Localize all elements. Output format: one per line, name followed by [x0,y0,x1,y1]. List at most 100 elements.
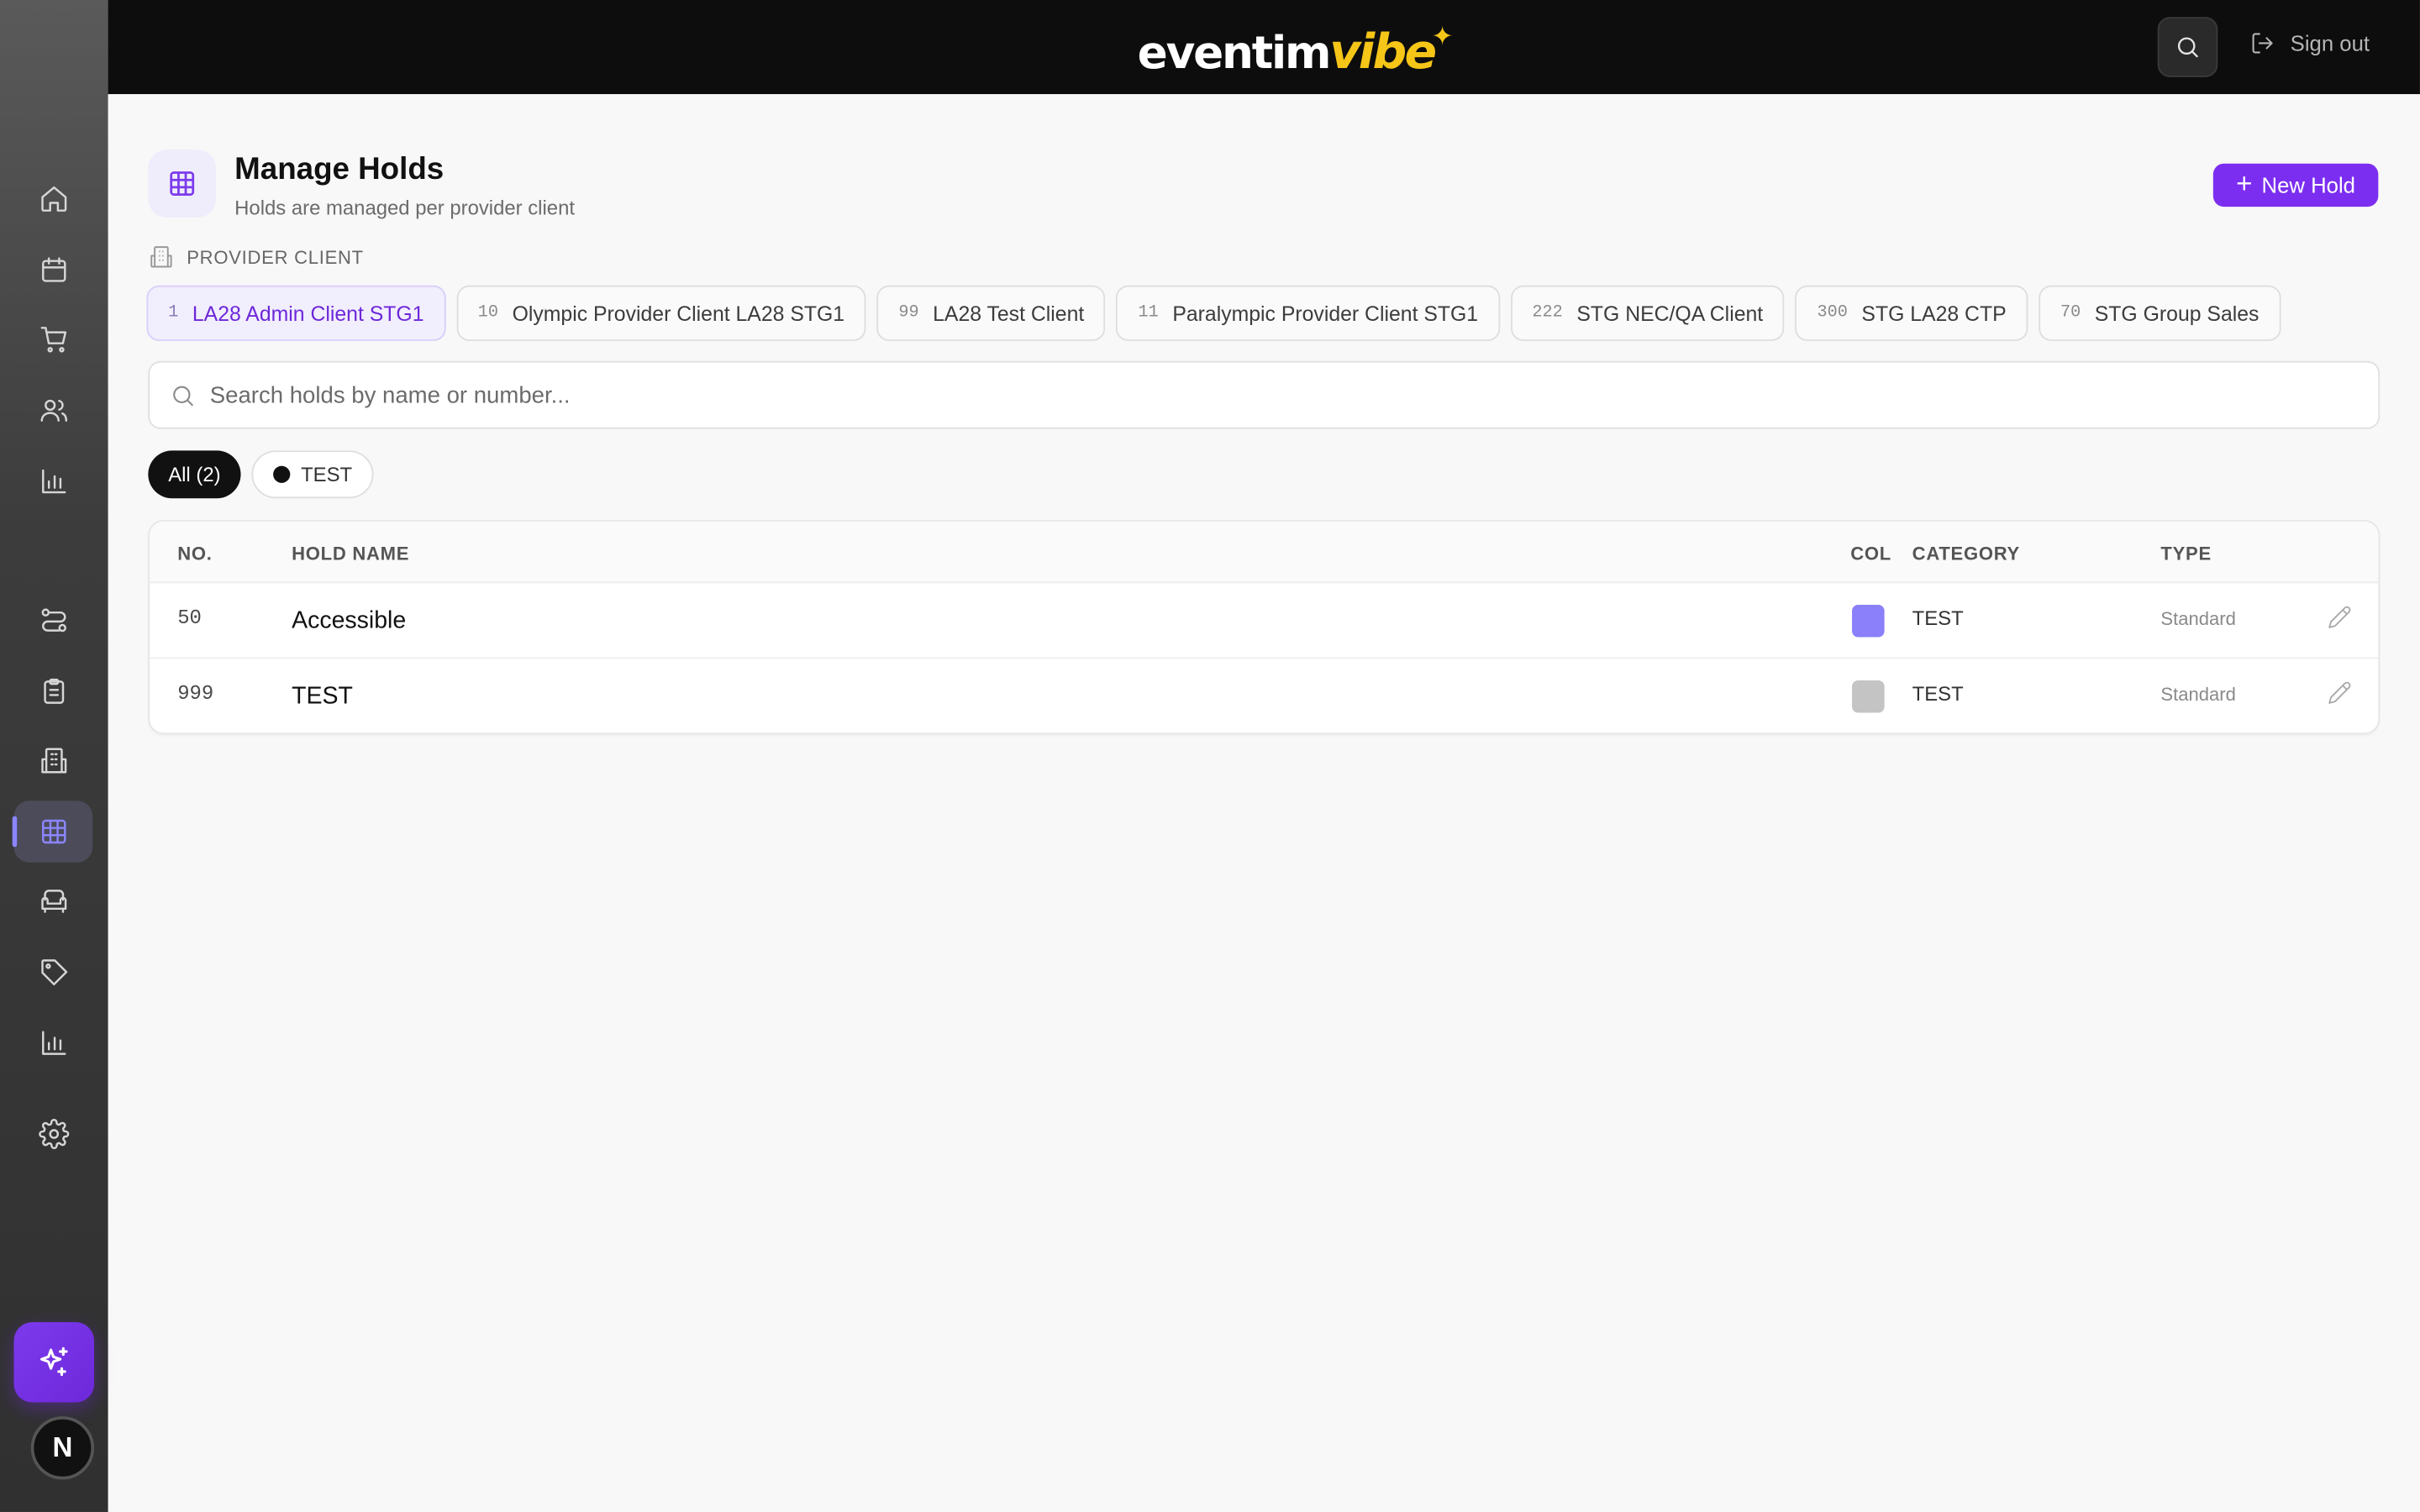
nav-reports[interactable] [14,450,93,512]
provider-chip-label: Olympic Provider Client LA28 STG1 [512,302,845,325]
provider-chip[interactable]: 1 LA28 Admin Client STG1 [146,285,446,341]
sparkles-icon [40,1347,68,1377]
hold-number: 999 [177,681,214,706]
filter-test-label: TEST [301,463,353,486]
page-title: Manage Holds [234,152,445,187]
nav-customers[interactable] [14,380,93,441]
plus-icon: + [2236,168,2253,199]
nav-settings[interactable] [14,1103,93,1164]
column-header-category[interactable]: CATEGORY [1912,543,2020,565]
provider-chip[interactable]: 300 STG LA28 CTP [1795,285,2028,341]
column-header-color[interactable]: COL [1850,543,1891,565]
nav-routes[interactable] [14,590,93,651]
route-icon [40,608,66,633]
provider-chip[interactable]: 70 STG Group Sales [2039,285,2281,341]
logo-accent-text: vibe [1329,24,1437,81]
pencil-icon [2328,606,2351,628]
new-hold-button[interactable]: + New Hold [2212,163,2379,207]
cart-icon [39,327,66,353]
edit-button[interactable] [2328,680,2355,708]
provider-chip-label: Paralympic Provider Client STG1 [1172,302,1479,325]
provider-chip-number: 1 [168,303,179,323]
pencil-icon [2328,681,2351,704]
edit-button[interactable] [2328,605,2355,633]
grid-icon [41,819,66,844]
calendar-icon [41,257,66,282]
users-icon [39,399,67,423]
hold-number: 50 [177,606,202,630]
new-hold-label: New Hold [2261,172,2356,198]
nav-venues[interactable] [14,730,93,791]
search-icon [2177,37,2198,58]
table-row[interactable]: 50 Accessible TEST Standard [150,583,2379,659]
sidebar: N [0,0,108,1512]
page-subtitle: Holds are managed per provider client [234,196,575,219]
provider-chip-label: LA28 Test Client [933,302,1085,325]
gear-icon [38,1118,69,1149]
table-header: NO. HOLD NAME COL CATEGORY TYPE [150,521,2379,584]
provider-chip[interactable]: 99 LA28 Test Client [876,285,1106,341]
building-icon [150,246,172,268]
provider-client-label-text: PROVIDER CLIENT [187,245,364,268]
global-search-button[interactable] [2157,17,2218,77]
hold-search-input[interactable] [209,362,2340,428]
page-icon [148,150,217,218]
provider-chip-number: 300 [1817,303,1848,323]
logo-star-icon: ✦ [1431,21,1454,51]
filter-test[interactable]: TEST [251,450,374,499]
hold-category: TEST [1912,606,1964,630]
hold-name: TEST [292,683,353,710]
ai-assistant-button[interactable] [13,1322,95,1403]
bar-chart-icon [41,469,66,494]
provider-chip[interactable]: 10 Olympic Provider Client LA28 STG1 [456,285,866,341]
app-logo[interactable]: eventim vibe ✦ [1137,18,1457,81]
tag-icon [40,959,67,986]
nav-analytics[interactable] [14,1012,93,1074]
home-icon [40,186,66,212]
nav-orders[interactable] [14,308,93,370]
holds-table: NO. HOLD NAME COL CATEGORY TYPE 50 Acces… [148,519,2381,735]
provider-chip-number: 70 [2060,303,2081,323]
provider-chip[interactable]: 11 Paralympic Provider Client STG1 [1116,285,1500,341]
hold-name: Accessible [292,607,407,634]
sign-out-label: Sign out [2290,30,2370,56]
provider-chip-number: 10 [477,303,499,323]
nav-holds[interactable] [12,801,93,863]
provider-chip-label: STG LA28 CTP [1861,302,2007,325]
filter-all-label: All (2) [168,463,221,486]
column-header-type[interactable]: TYPE [2160,543,2212,565]
top-bar: eventim vibe ✦ Sign out [108,0,2420,95]
search-icon [173,386,193,407]
nav-pricing[interactable] [14,941,93,1002]
column-header-name[interactable]: HOLD NAME [292,543,409,565]
provider-chip-label: LA28 Admin Client STG1 [192,302,424,325]
provider-client-label: PROVIDER CLIENT [148,244,364,270]
nav-tasks[interactable] [14,660,93,722]
provider-chip-number: 99 [898,303,919,323]
category-dot-icon [273,465,291,483]
provider-chip[interactable]: 222 STG NEC/QA Client [1510,285,1785,341]
nav-seating[interactable] [14,870,93,932]
provider-client-chips: 1 LA28 Admin Client STG1 10 Olympic Prov… [146,285,2281,341]
sign-out-button[interactable]: Sign out [2250,31,2370,55]
hold-type: Standard [2160,683,2236,706]
provider-chip-label: STG NEC/QA Client [1576,302,1764,325]
category-filters: All (2) TEST [148,450,374,499]
logout-icon [2252,33,2273,54]
filter-all[interactable]: All (2) [148,450,241,499]
table-row[interactable]: 999 TEST TEST Standard [150,659,2378,732]
building-icon [40,748,66,774]
nav-home[interactable] [14,168,93,229]
clipboard-icon [43,678,64,704]
column-header-no[interactable]: NO. [177,543,212,565]
seat-icon [40,890,66,913]
logo-main-text: eventim [1137,26,1332,79]
avatar[interactable]: N [30,1416,95,1480]
provider-chip-number: 11 [1138,303,1159,323]
grid-icon [170,171,195,196]
nav-events[interactable] [14,239,93,301]
hold-type: Standard [2160,607,2236,630]
hold-color-swatch [1852,604,1885,638]
bar-chart-icon [41,1031,66,1055]
hold-category: TEST [1912,681,1964,706]
